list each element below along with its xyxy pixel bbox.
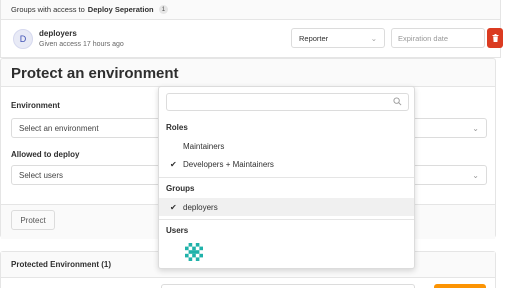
- users-section-title: Users: [166, 226, 189, 235]
- user-identicon-avatar[interactable]: [185, 243, 203, 261]
- allowed-to-deploy-dropdown: Roles Maintainers ✔ Developers + Maintai…: [158, 86, 415, 269]
- expiration-date-input[interactable]: Expiration date: [391, 28, 485, 48]
- trash-icon: [492, 34, 498, 42]
- role-select-value: Reporter: [299, 33, 329, 43]
- avatar: D: [13, 29, 33, 49]
- role-select[interactable]: Reporter ⌄: [291, 28, 385, 48]
- option-label: Developers + Maintainers: [183, 159, 274, 169]
- chevron-down-icon: ⌄: [370, 33, 377, 43]
- allowed-to-deploy-label: Allowed to deploy: [11, 150, 80, 159]
- member-subtitle: Given access 17 hours ago: [39, 41, 124, 48]
- divider: [159, 219, 414, 220]
- option-label: Maintainers: [183, 141, 225, 151]
- environment-label: Environment: [11, 101, 60, 110]
- groups-section-title: Groups: [166, 184, 195, 193]
- environment-select-placeholder: Select an environment: [19, 123, 99, 133]
- role-option-maintainers[interactable]: Maintainers: [159, 137, 414, 155]
- roles-section-title: Roles: [166, 123, 188, 132]
- divider: [159, 177, 414, 178]
- access-select[interactable]: [161, 284, 415, 288]
- groups-count-badge: 1: [158, 5, 169, 14]
- users-select-placeholder: Select users: [19, 170, 64, 180]
- check-icon: ✔: [170, 202, 177, 212]
- member-name[interactable]: deployers: [39, 28, 124, 39]
- identicon-icon: [185, 243, 203, 261]
- chevron-down-icon: ⌄: [472, 170, 479, 180]
- group-option-deployers[interactable]: ✔ deployers: [159, 198, 414, 216]
- search-icon: [393, 97, 402, 106]
- dropdown-search-input[interactable]: [166, 93, 409, 111]
- unprotect-button[interactable]: [434, 284, 486, 288]
- check-icon: ✔: [170, 159, 177, 169]
- group-member-row: D deployers Given access 17 hours ago Re…: [13, 24, 503, 54]
- groups-access-panel: Groups with access to Deploy Seperation …: [0, 0, 503, 58]
- option-label: deployers: [183, 202, 218, 212]
- project-name: Deploy Seperation: [87, 5, 154, 14]
- page-title: Protect an environment: [11, 65, 179, 82]
- role-option-developers-maintainers[interactable]: ✔ Developers + Maintainers: [159, 155, 414, 173]
- protect-button[interactable]: Protect: [11, 210, 55, 230]
- delete-member-button[interactable]: [487, 28, 503, 48]
- groups-header-prefix: Groups with access to: [11, 5, 85, 14]
- groups-access-header: Groups with access to Deploy Seperation …: [1, 0, 500, 20]
- chevron-down-icon: ⌄: [472, 123, 479, 133]
